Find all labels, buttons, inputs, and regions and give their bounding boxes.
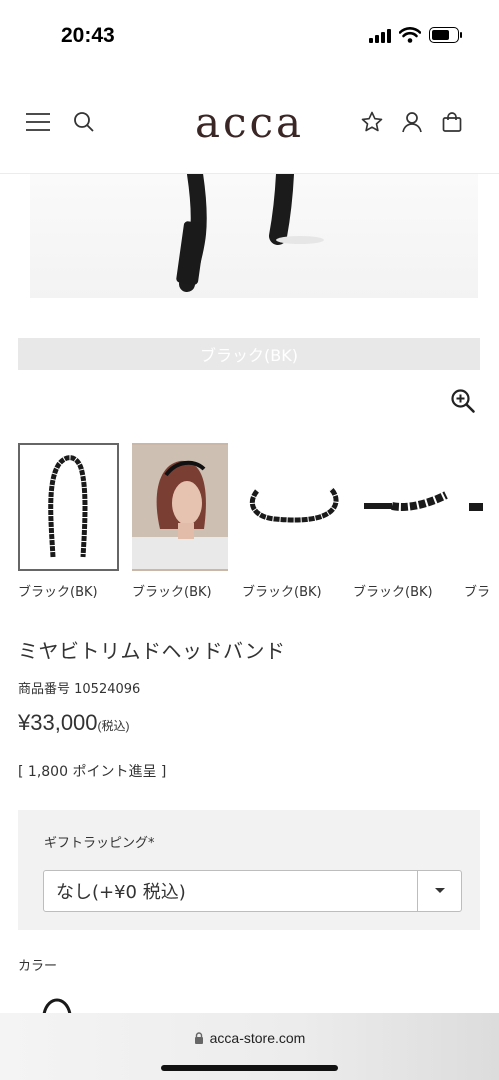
product-name: ミヤビトリムドヘッドバンド [18,639,286,663]
thumbnail-image[interactable] [353,443,454,571]
home-indicator[interactable] [161,1065,338,1071]
lock-icon [194,1032,203,1044]
battery-icon [429,27,462,43]
thumbnail-image[interactable] [242,443,343,571]
zoom-in-icon[interactable] [450,388,478,416]
color-swatch-headband[interactable] [40,998,74,1014]
thumbnail-label: ブラック(BK) [18,585,98,600]
product-main-image[interactable] [30,174,478,298]
status-icons [369,27,462,43]
shopping-bag-icon[interactable] [438,108,466,136]
reward-points: [ 1,800 ポイント進呈 ] [18,764,167,780]
color-section-heading: カラー [18,959,58,974]
status-bar: 20:43 [0,0,499,70]
product-price: ¥33,000(税込) [18,710,130,736]
site-header: acca [0,70,499,174]
status-time: 20:43 [61,24,115,47]
color-variant-bar: ブラック(BK) [18,338,480,370]
thumbnail-item[interactable]: ブラック(BK) [132,443,233,600]
thumbnail-label: ブラ [464,585,491,600]
gift-wrapping-selected-value: なし(+¥0 税込) [56,882,186,903]
thumbnail-item[interactable]: ブラック(BK) [242,443,343,600]
account-icon[interactable] [398,108,426,136]
thumbnail-label: ブラック(BK) [242,585,322,600]
required-mark: * [148,836,155,851]
favorite-star-icon[interactable] [358,108,386,136]
thumbnail-carousel[interactable]: ブラック(BK) ブラック(BK) ブラック(BK) ブラック(BK) ブラ [18,443,499,603]
cellular-signal-icon [369,27,391,43]
thumbnail-item[interactable]: ブラ [464,443,499,600]
thumbnail-item[interactable]: ブラック(BK) [18,443,119,600]
thumbnail-image[interactable] [464,443,499,571]
price-value: ¥33,000 [18,710,98,735]
thumbnail-label: ブラック(BK) [132,585,212,600]
gift-wrapping-select[interactable]: なし(+¥0 税込) [43,870,462,912]
thumbnail-item[interactable]: ブラック(BK) [353,443,454,600]
product-sku: 商品番号 10524096 [18,682,141,697]
gift-wrapping-label-text: ギフトラッピング [44,836,149,851]
thumbnail-image[interactable] [18,443,119,571]
browser-address-bar: acca-store.com [0,1013,499,1080]
chevron-down-icon[interactable] [417,871,461,911]
thumbnail-label: ブラック(BK) [353,585,433,600]
wifi-icon [399,27,421,43]
thumbnail-image[interactable] [132,443,228,571]
url-display[interactable]: acca-store.com [0,1030,499,1046]
price-tax-note: (税込) [97,719,130,733]
url-text: acca-store.com [209,1030,306,1046]
gift-wrapping-panel: ギフトラッピング* なし(+¥0 税込) [18,810,480,930]
gift-wrapping-label: ギフトラッピング* [44,832,155,851]
